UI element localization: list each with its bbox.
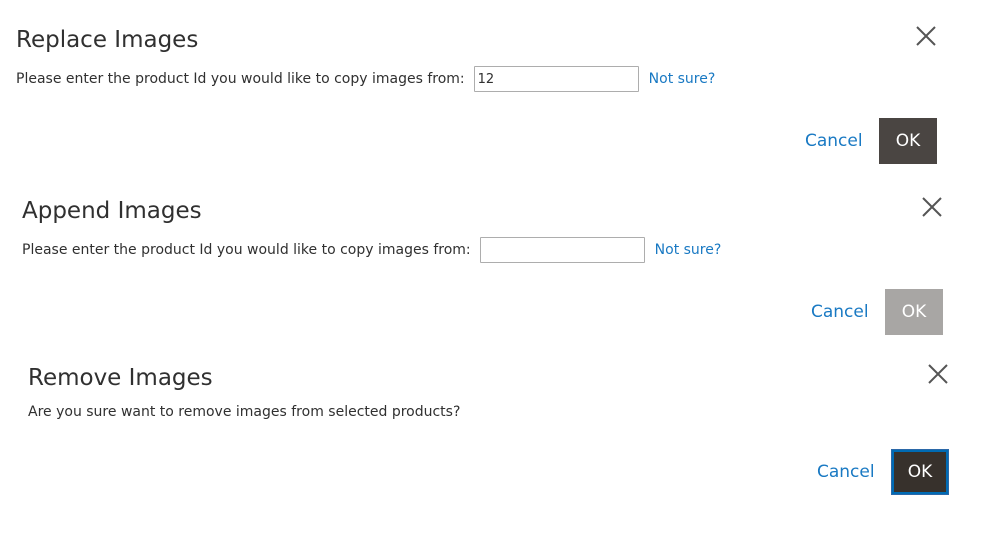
prompt-label: Please enter the product Id you would li… [22,242,471,258]
dialog-title: Replace Images [16,27,199,53]
close-button[interactable] [920,195,944,219]
cancel-button[interactable]: Cancel [817,462,875,482]
ok-button[interactable]: OK [891,449,949,495]
remove-images-dialog: Remove Images Are you sure want to remov… [28,364,968,507]
prompt-row: Please enter the product Id you would li… [22,237,721,263]
ok-button[interactable]: OK [879,118,937,164]
prompt-row: Please enter the product Id you would li… [16,66,715,92]
append-images-dialog: Append Images Please enter the product I… [22,197,962,340]
not-sure-link[interactable]: Not sure? [649,71,716,87]
product-id-input[interactable] [479,237,645,263]
product-id-input[interactable] [473,66,639,92]
not-sure-link[interactable]: Not sure? [655,242,722,258]
close-icon [916,26,936,46]
close-icon [922,197,942,217]
close-icon [928,364,948,384]
page: Replace Images Please enter the product … [0,0,989,534]
replace-images-dialog: Replace Images Please enter the product … [16,26,956,169]
close-button[interactable] [926,362,950,386]
close-button[interactable] [914,24,938,48]
dialog-title: Remove Images [28,365,213,391]
cancel-button[interactable]: Cancel [805,131,863,151]
dialog-title: Append Images [22,198,202,224]
confirmation-message: Are you sure want to remove images from … [28,404,461,420]
cancel-button[interactable]: Cancel [811,302,869,322]
prompt-label: Please enter the product Id you would li… [16,71,465,87]
ok-button[interactable]: OK [885,289,943,335]
